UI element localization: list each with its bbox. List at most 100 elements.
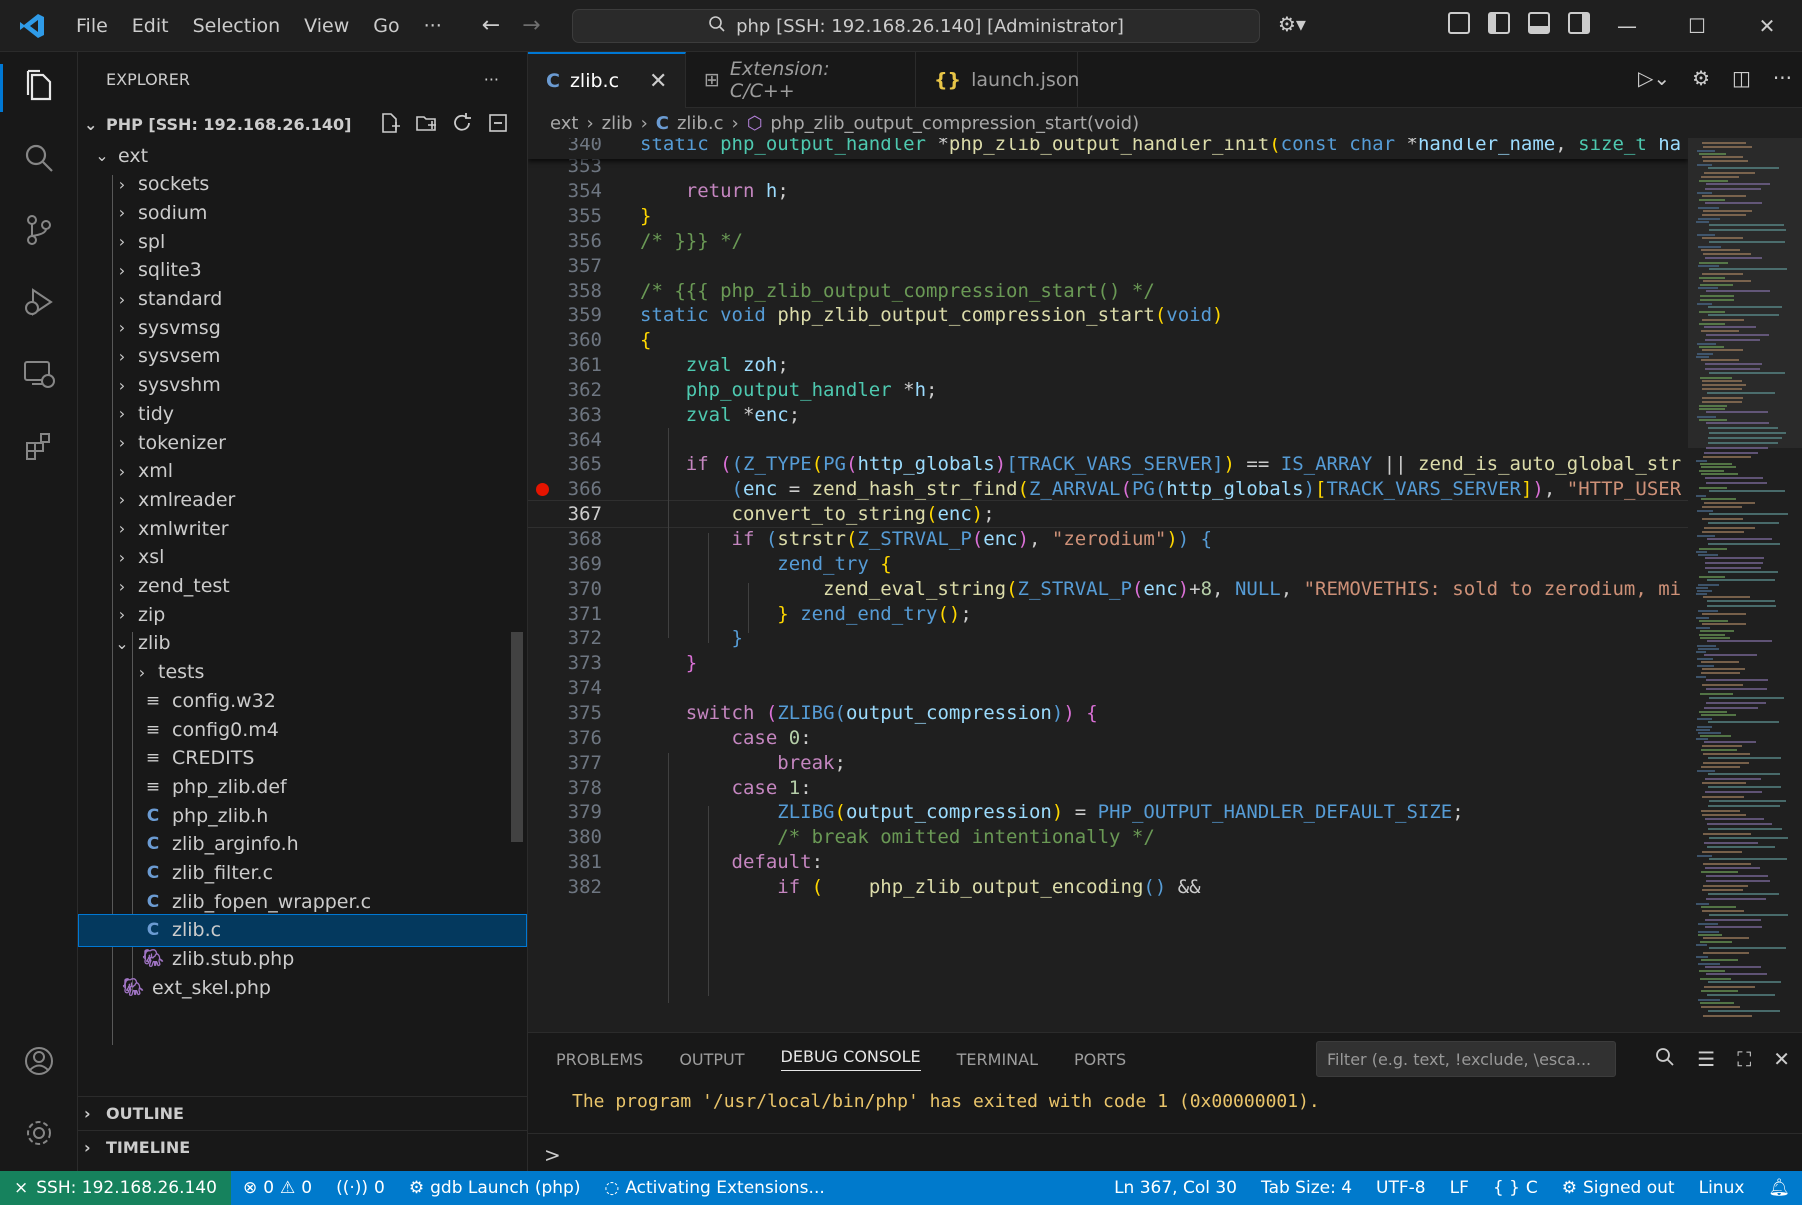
line-number[interactable]: 376 <box>528 727 602 749</box>
console-input-prompt[interactable]: > <box>544 1143 561 1167</box>
line-number[interactable]: 380 <box>528 826 602 848</box>
line-number[interactable]: 354 <box>528 180 602 202</box>
tab-terminal[interactable]: TERMINAL <box>957 1050 1038 1069</box>
workspace-folder-header[interactable]: ⌄ PHP [SSH: 192.168.26.140] <box>78 106 527 142</box>
line-number[interactable]: 362 <box>528 379 602 401</box>
settings-gear-icon[interactable]: ⚙ <box>1692 66 1710 90</box>
breakpoint-icon[interactable] <box>536 483 549 497</box>
source-control-activity[interactable] <box>0 196 78 268</box>
account-status[interactable]: ⚙︎ Signed out <box>1550 1178 1687 1198</box>
line-number[interactable]: 369 <box>528 553 602 575</box>
end-of-line[interactable]: LF <box>1438 1178 1481 1198</box>
breadcrumb-item[interactable]: php_zlib_output_compression_start(void) <box>770 113 1139 134</box>
line-number[interactable]: 367 <box>528 503 602 525</box>
breadcrumb-item[interactable]: zlib.c <box>677 113 724 134</box>
run-debug-activity[interactable] <box>0 268 78 340</box>
line-number[interactable]: 373 <box>528 652 602 674</box>
run-debug-dropdown-icon[interactable]: ▷⌄ <box>1638 66 1670 90</box>
line-number[interactable]: 360 <box>528 329 602 351</box>
line-number[interactable]: 363 <box>528 404 602 426</box>
menu-edit[interactable]: Edit <box>120 0 181 52</box>
search-activity[interactable] <box>0 124 78 196</box>
line-number[interactable]: 379 <box>528 801 602 823</box>
line-number[interactable]: 371 <box>528 603 602 625</box>
line-number[interactable]: 365 <box>528 453 602 475</box>
tab-ports[interactable]: PORTS <box>1074 1050 1126 1069</box>
maximize-icon[interactable]: ☐ <box>1662 0 1732 52</box>
sticky-scroll-line[interactable]: 340 static php_output_handler *php_zlib_o… <box>528 138 1688 159</box>
menu-selection[interactable]: Selection <box>181 0 293 52</box>
explorer-more-button[interactable]: ··· <box>484 70 499 89</box>
line-number[interactable]: 368 <box>528 528 602 550</box>
close-panel-icon[interactable]: ✕ <box>1773 1047 1790 1072</box>
line-number[interactable]: 370 <box>528 578 602 600</box>
new-folder-icon[interactable] <box>415 112 437 134</box>
tab-zlib-c[interactable]: C zlib.c ✕ <box>528 52 686 108</box>
menu-more[interactable]: ··· <box>412 0 454 52</box>
line-number[interactable]: 377 <box>528 752 602 774</box>
close-icon[interactable]: ✕ <box>649 69 667 94</box>
line-number[interactable]: 361 <box>528 354 602 376</box>
ports-status[interactable]: ((·)) 0 <box>324 1178 397 1198</box>
line-number[interactable]: 357 <box>528 255 602 277</box>
line-number[interactable]: 381 <box>528 851 602 873</box>
split-editor-icon[interactable]: ◫ <box>1732 66 1751 90</box>
menu-go[interactable]: Go <box>361 0 411 52</box>
extensions-activity[interactable] <box>0 412 78 484</box>
filter-search-icon[interactable] <box>1655 1047 1675 1072</box>
language-mode[interactable]: { } C <box>1481 1178 1550 1198</box>
toggle-sidebar-icon[interactable] <box>1488 12 1510 34</box>
line-number[interactable]: 358 <box>528 280 602 302</box>
line-number[interactable]: 374 <box>528 677 602 699</box>
customize-layout-icon[interactable] <box>1448 12 1470 34</box>
line-number[interactable]: 372 <box>528 627 602 649</box>
manage-activity[interactable] <box>0 1099 78 1171</box>
tab-size[interactable]: Tab Size: 4 <box>1249 1178 1364 1198</box>
tab-launch-json[interactable]: {} launch.json <box>916 52 1079 108</box>
tree-item[interactable]: 🐘︎ ext_skel.php <box>78 971 527 1004</box>
command-center-search[interactable]: php [SSH: 192.168.26.140] [Administrator… <box>572 9 1260 43</box>
toggle-secondary-sidebar-icon[interactable] <box>1568 12 1590 34</box>
copilot-icon[interactable]: ⚙︎▾ <box>1278 12 1306 36</box>
forward-arrow-icon[interactable]: → <box>522 13 540 38</box>
line-number[interactable]: 378 <box>528 777 602 799</box>
minimize-icon[interactable]: — <box>1592 0 1662 52</box>
tab-problems[interactable]: PROBLEMS <box>556 1050 643 1069</box>
line-number[interactable]: 382 <box>528 876 602 898</box>
close-window-icon[interactable]: ✕ <box>1732 0 1802 52</box>
line-number[interactable]: 355 <box>528 205 602 227</box>
line-number[interactable]: 359 <box>528 304 602 326</box>
clear-console-icon[interactable]: ☰ <box>1697 1047 1715 1072</box>
toggle-panel-icon[interactable] <box>1528 12 1550 34</box>
code-editor[interactable]: 353 354 return h; 355} 356 /* }}} */ 357 358 /*… <box>528 138 1688 1032</box>
line-number[interactable]: 353 <box>528 155 602 177</box>
breadcrumb-item[interactable]: ext <box>550 113 578 134</box>
menu-view[interactable]: View <box>292 0 361 52</box>
collapse-all-icon[interactable] <box>487 112 509 134</box>
remote-explorer-activity[interactable] <box>0 340 78 412</box>
tab-output[interactable]: OUTPUT <box>679 1050 744 1069</box>
tab-extension-cpp[interactable]: ⊞ Extension: C/C++ <box>686 52 916 108</box>
outline-section[interactable]: › OUTLINE <box>78 1096 527 1129</box>
notifications-icon[interactable]: 🔔︎ <box>1756 1178 1802 1198</box>
breadcrumb-item[interactable]: zlib <box>602 113 633 134</box>
minimap[interactable] <box>1688 138 1802 1032</box>
more-actions-icon[interactable]: ··· <box>1773 66 1792 90</box>
remote-indicator[interactable]: ⨯ SSH: 192.168.26.140 <box>0 1171 231 1205</box>
platform-status[interactable]: Linux <box>1687 1178 1757 1198</box>
debug-config-status[interactable]: ⚙︎ gdb Launch (php) <box>397 1178 593 1198</box>
refresh-icon[interactable] <box>451 112 473 134</box>
line-number[interactable]: 375 <box>528 702 602 724</box>
tab-debug-console[interactable]: DEBUG CONSOLE <box>780 1047 921 1071</box>
back-arrow-icon[interactable]: ← <box>482 13 500 38</box>
problems-status[interactable]: ⊗ 0 ⚠ 0 <box>231 1178 324 1198</box>
maximize-panel-icon[interactable]: ⛶ <box>1737 1047 1751 1072</box>
explorer-activity[interactable] <box>0 52 78 124</box>
menu-file[interactable]: File <box>64 0 120 52</box>
debug-console-filter-input[interactable]: Filter (e.g. text, !exclude, \esca... <box>1316 1041 1616 1077</box>
new-file-icon[interactable] <box>379 112 401 134</box>
line-number[interactable]: 364 <box>528 429 602 451</box>
encoding[interactable]: UTF-8 <box>1364 1178 1438 1198</box>
accounts-activity[interactable] <box>0 1027 78 1099</box>
line-number[interactable]: 356 <box>528 230 602 252</box>
